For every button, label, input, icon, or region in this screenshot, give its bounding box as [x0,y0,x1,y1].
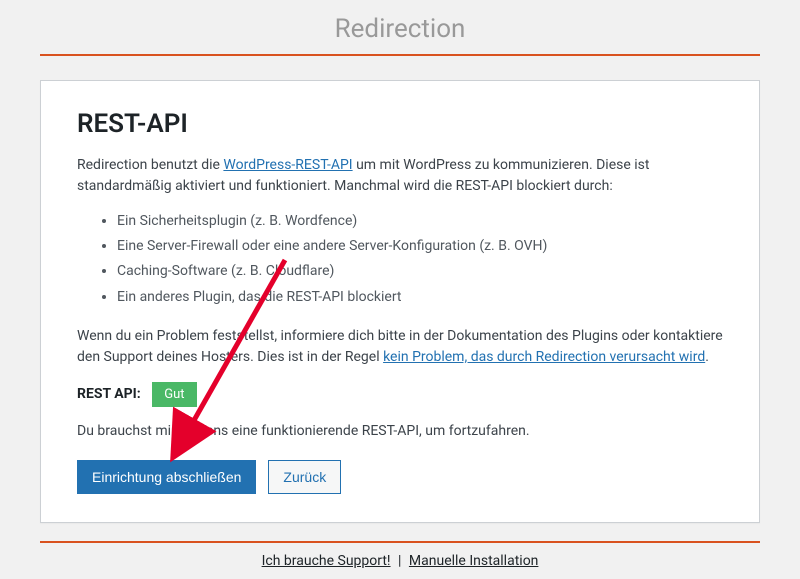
manual-install-link[interactable]: Manuelle Installation [409,553,539,569]
list-item: Ein Sicherheitsplugin (z. B. Wordfence) [117,209,723,234]
button-row: Einrichtung abschließen Zurück [77,460,723,494]
not-redirection-problem-link[interactable]: kein Problem, das durch Redirection veru… [383,349,705,365]
status-label: REST API: [77,386,141,402]
back-button[interactable]: Zurück [268,460,341,494]
card-heading: REST-API [77,109,723,139]
problem-text-after: . [705,349,709,365]
intro-paragraph: Redirection benutzt die WordPress-REST-A… [77,155,723,197]
problem-paragraph: Wenn du ein Problem feststellst, informi… [77,326,723,368]
list-item: Eine Server-Firewall oder eine andere Se… [117,234,723,259]
intro-text-before: Redirection benutzt die [77,157,223,173]
footer-links: Ich brauche Support! | Manuelle Installa… [0,543,800,579]
wordpress-rest-api-link[interactable]: WordPress-REST-API [223,157,352,173]
list-item: Ein anderes Plugin, das die REST-API blo… [117,285,723,310]
list-item: Caching-Software (z. B. Cloudflare) [117,259,723,284]
rest-api-card: REST-API Redirection benutzt die WordPre… [40,80,760,523]
finish-setup-button[interactable]: Einrichtung abschließen [77,460,256,494]
header-divider [40,54,760,56]
status-row: REST API: Gut [77,382,723,407]
page-title: Redirection [0,0,800,54]
support-link[interactable]: Ich brauche Support! [262,553,391,569]
requirement-text: Du brauchst mindestens eine funktioniere… [77,421,723,442]
blockers-list: Ein Sicherheitsplugin (z. B. Wordfence) … [77,209,723,310]
footer-separator: | [395,553,405,569]
status-badge: Gut [152,382,196,407]
